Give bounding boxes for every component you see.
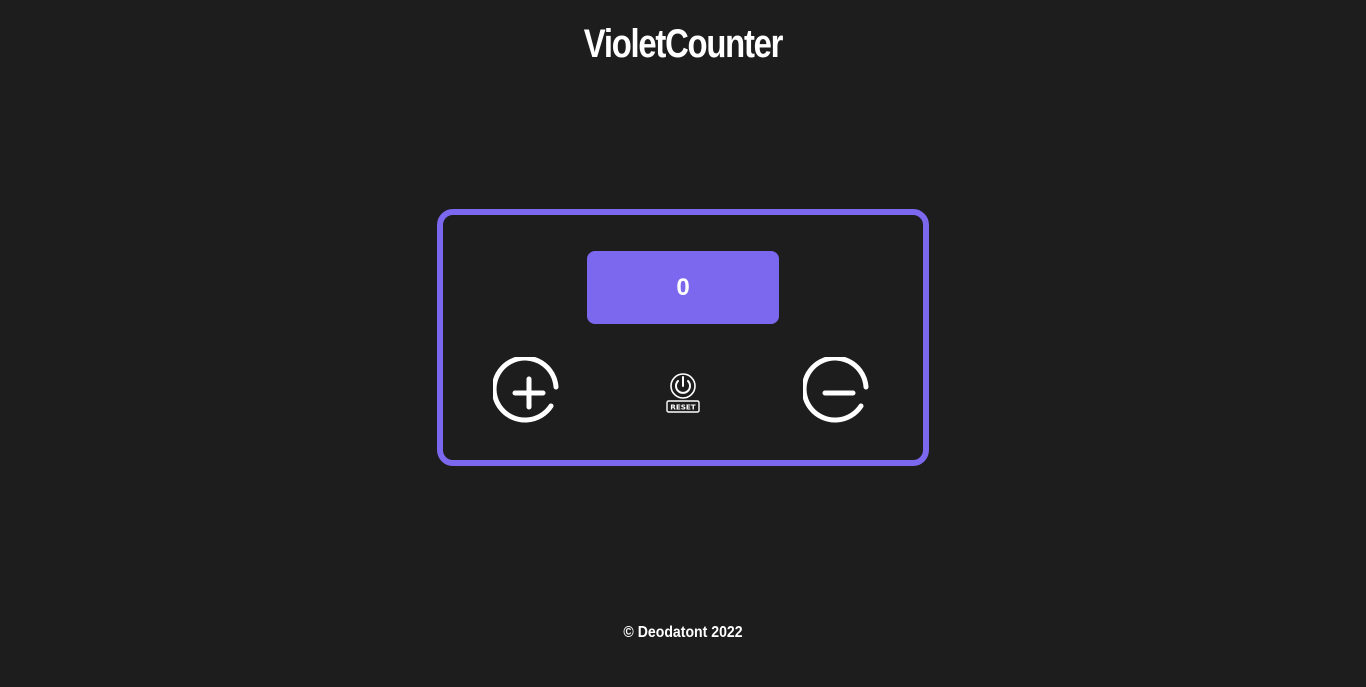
- reset-label: RESET: [670, 403, 696, 412]
- page: VioletCounter 0 RESET © Deodatont 2022: [0, 0, 1366, 687]
- footer-copyright: © Deodatont 2022: [623, 624, 743, 641]
- counter-value: 0: [587, 251, 779, 324]
- page-title: VioletCounter: [583, 22, 784, 66]
- increment-button[interactable]: [491, 355, 565, 429]
- plus-circle-icon: [491, 355, 559, 423]
- minus-circle-icon: [801, 355, 869, 423]
- reset-button[interactable]: RESET: [665, 372, 701, 416]
- power-reset-icon: RESET: [666, 373, 700, 413]
- decrement-button[interactable]: [801, 355, 875, 429]
- counter-card: 0 RESET: [437, 209, 929, 466]
